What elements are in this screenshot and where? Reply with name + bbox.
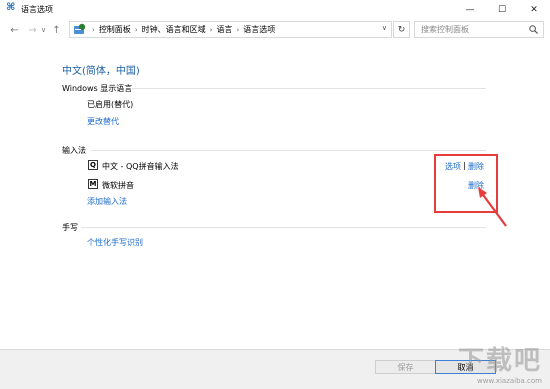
minimize-button[interactable]: — bbox=[454, 0, 486, 19]
annotation-arrow-icon bbox=[478, 187, 507, 227]
watermark-logo: 下载吧 bbox=[457, 346, 542, 376]
breadcrumb-control-panel[interactable]: 控制面板 bbox=[99, 24, 131, 35]
ime-name-qq-pinyin: 中文 - QQ拼音输入法 bbox=[102, 162, 179, 171]
section-divider bbox=[132, 88, 486, 89]
refresh-button[interactable]: ↻ bbox=[393, 21, 410, 38]
breadcrumb-language[interactable]: 语言 bbox=[216, 24, 232, 35]
address-dropdown-icon[interactable]: ∨ bbox=[382, 24, 387, 32]
address-bar[interactable]: › 控制面板 › 时钟、语言和区域 › 语言 › 语言选项 ∨ bbox=[69, 21, 392, 38]
control-panel-icon bbox=[73, 23, 87, 36]
navigation-bar: ← → ∨ ↑ › 控制面板 › 时钟、语言和区域 › 语言 › 语言选项 ∨ … bbox=[0, 19, 550, 41]
ime-name-microsoft-pinyin: 微软拼音 bbox=[102, 181, 134, 190]
breadcrumb-language-options[interactable]: 语言选项 bbox=[243, 24, 275, 35]
watermark-url: www.xiazaiba.com bbox=[477, 377, 542, 385]
breadcrumb-separator-icon: › bbox=[92, 25, 95, 34]
title-bar: ⌘ 语言选项 — ☐ ✕ bbox=[0, 0, 550, 19]
window-controls: — ☐ ✕ bbox=[454, 0, 550, 19]
input-method-label: 输入法 bbox=[62, 146, 86, 155]
display-language-label: Windows 显示语言 bbox=[62, 84, 133, 93]
close-button[interactable]: ✕ bbox=[518, 0, 550, 19]
recent-locations-button[interactable]: ∨ bbox=[39, 21, 48, 39]
handwriting-label: 手写 bbox=[62, 223, 78, 232]
search-input[interactable]: 搜索控制面板 bbox=[414, 21, 544, 38]
breadcrumb-separator-icon: › bbox=[134, 25, 138, 34]
microsoft-pinyin-icon: M bbox=[88, 179, 98, 189]
maximize-button[interactable]: ☐ bbox=[486, 0, 518, 19]
breadcrumb-clock-language-region[interactable]: 时钟、语言和区域 bbox=[142, 24, 206, 35]
main-content: 中文(简体，中国) Windows 显示语言 已启用(替代) 更改替代 输入法 … bbox=[0, 44, 550, 349]
forward-button[interactable]: → bbox=[26, 21, 39, 39]
language-options-icon: ⌘ bbox=[6, 1, 16, 13]
add-input-method-link[interactable]: 添加输入法 bbox=[87, 196, 127, 207]
personalize-handwriting-link[interactable]: 个性化手写识别 bbox=[87, 237, 143, 248]
language-heading: 中文(简体，中国) bbox=[62, 66, 140, 77]
save-button[interactable]: 保存 bbox=[375, 360, 436, 374]
search-placeholder: 搜索控制面板 bbox=[421, 25, 469, 34]
qq-pinyin-icon: Q bbox=[88, 160, 98, 170]
breadcrumb-separator-icon: › bbox=[236, 25, 240, 34]
back-button[interactable]: ← bbox=[8, 21, 21, 39]
search-icon bbox=[529, 25, 538, 34]
display-language-status: 已启用(替代) bbox=[87, 100, 134, 109]
section-divider bbox=[91, 150, 486, 151]
section-divider bbox=[81, 227, 486, 228]
breadcrumb-separator-icon: › bbox=[209, 25, 213, 34]
change-override-link[interactable]: 更改替代 bbox=[87, 116, 119, 127]
watermark: 下载吧 www.xiazaiba.com bbox=[458, 340, 542, 385]
up-button[interactable]: ↑ bbox=[50, 21, 63, 39]
window-title: 语言选项 bbox=[21, 5, 53, 14]
